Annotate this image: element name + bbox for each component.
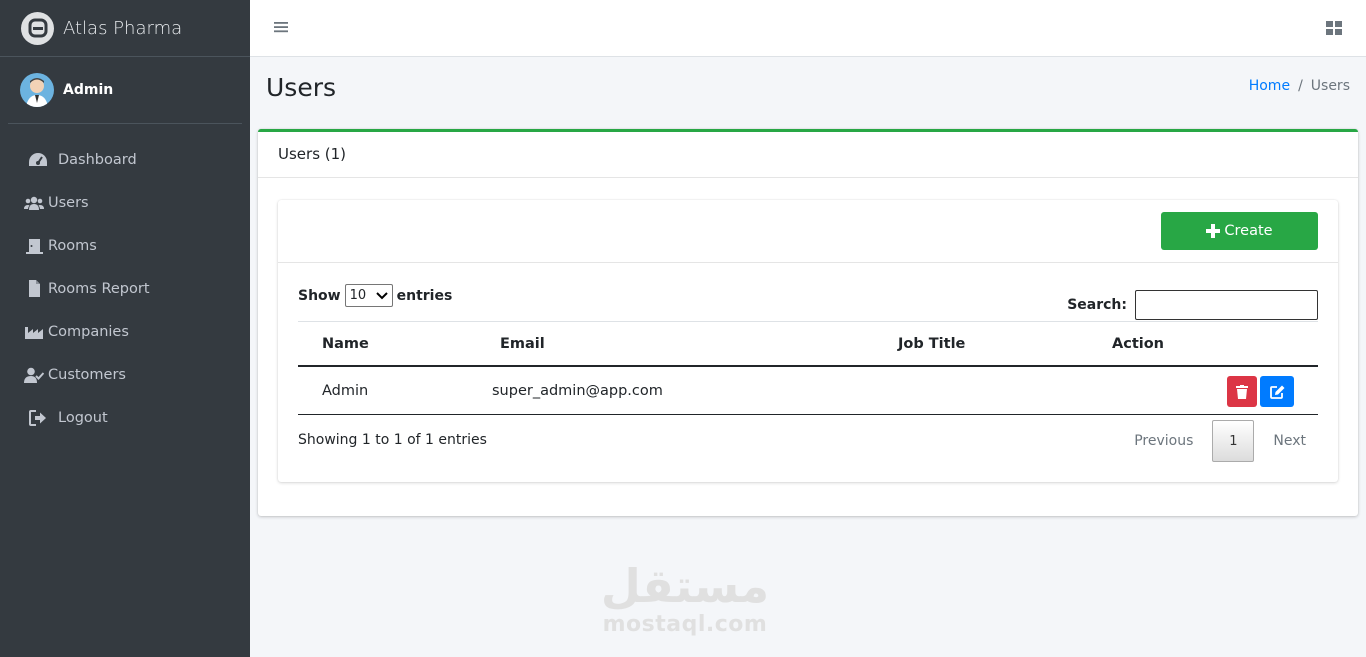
entries-select[interactable]: 10 <box>344 284 393 307</box>
sidebar-item-dashboard[interactable]: Dashboard <box>0 138 250 181</box>
watermark-arabic: مستقل <box>600 559 770 613</box>
watermark: مستقل mostaql.com <box>600 560 770 637</box>
file-icon <box>24 279 44 299</box>
users-table: Name Email Job Title Action Admin super_… <box>298 321 1318 415</box>
sidebar: Atlas Pharma Admin Dashboard Users Rooms <box>0 0 250 657</box>
avatar[interactable] <box>20 73 54 107</box>
column-header-action: Action <box>1112 335 1165 352</box>
entries-value: 10 <box>349 288 367 303</box>
brand-name: Atlas Pharma <box>63 17 183 39</box>
column-header-name[interactable]: Name <box>322 336 369 352</box>
sidebar-item-companies[interactable]: Companies <box>0 310 250 353</box>
sidebar-item-rooms-report[interactable]: Rooms Report <box>0 267 250 310</box>
edit-icon <box>1269 385 1284 399</box>
search-label: Search: <box>1067 297 1127 313</box>
users-card: Users (1) Create Show 10 entries Search: <box>258 129 1358 516</box>
industry-icon <box>24 322 44 342</box>
search-input[interactable] <box>1135 290 1318 320</box>
sidebar-item-label: Rooms <box>48 237 97 254</box>
breadcrumb-home-link[interactable]: Home <box>1249 78 1290 94</box>
table-row: Admin super_admin@app.com <box>298 367 1318 415</box>
entries-length: Show 10 entries <box>298 284 452 307</box>
entries-label: entries <box>396 287 453 304</box>
sign-out-icon <box>28 408 48 428</box>
pagination: Previous 1 Next <box>1134 420 1318 462</box>
sidebar-item-rooms[interactable]: Rooms <box>0 224 250 267</box>
page-title: Users <box>266 73 337 102</box>
next-button[interactable]: Next <box>1273 433 1306 449</box>
create-button[interactable]: Create <box>1161 212 1318 250</box>
sidebar-item-customers[interactable]: Customers <box>0 353 250 396</box>
card-title: Users (1) <box>258 132 1358 178</box>
watermark-latin: mostaql.com <box>602 612 768 637</box>
brand-logo <box>21 11 54 45</box>
sidebar-item-label: Rooms Report <box>48 280 150 297</box>
breadcrumb-separator: / <box>1298 78 1303 94</box>
table-info: Showing 1 to 1 of 1 entries <box>298 432 487 448</box>
user-panel: Admin <box>8 57 242 124</box>
chevron-down-icon <box>375 291 388 299</box>
sidebar-item-logout[interactable]: Logout <box>0 396 250 439</box>
sidebar-item-label: Customers <box>48 366 126 383</box>
users-icon <box>24 193 44 213</box>
sidebar-nav: Dashboard Users Rooms Rooms Report Compa… <box>0 138 250 439</box>
edit-button[interactable] <box>1260 376 1294 407</box>
sidebar-item-label: Companies <box>48 323 129 340</box>
apps-grid-icon[interactable] <box>1325 20 1343 38</box>
brand-link[interactable]: Atlas Pharma <box>0 0 250 57</box>
previous-button[interactable]: Previous <box>1134 433 1193 449</box>
column-header-job-title[interactable]: Job Title <box>898 336 965 352</box>
sidebar-item-label: Users <box>48 194 89 211</box>
sidebar-item-label: Dashboard <box>58 151 137 168</box>
sidebar-item-users[interactable]: Users <box>0 181 250 224</box>
user-check-icon <box>24 365 44 385</box>
column-header-email[interactable]: Email <box>500 336 545 352</box>
sidebar-item-label: Logout <box>58 409 108 426</box>
table-toolbar: Create <box>278 200 1338 263</box>
show-label: Show <box>298 287 341 304</box>
users-table-card: Create Show 10 entries Search: Name Emai… <box>278 200 1338 482</box>
delete-button[interactable] <box>1227 376 1257 407</box>
door-icon <box>24 236 44 256</box>
breadcrumb-current: Users <box>1310 78 1350 94</box>
user-name[interactable]: Admin <box>63 82 113 98</box>
menu-toggle-icon[interactable] <box>273 19 291 37</box>
tachometer-icon <box>28 150 48 170</box>
table-search: Search: <box>1067 284 1318 320</box>
table-header: Name Email Job Title Action <box>298 321 1318 367</box>
cell-email: super_admin@app.com <box>492 382 663 399</box>
top-navbar <box>250 0 1366 57</box>
breadcrumb: Home / Users <box>1249 78 1350 94</box>
cell-name: Admin <box>322 382 369 399</box>
plus-icon <box>1206 224 1221 238</box>
create-button-label: Create <box>1224 223 1273 239</box>
page-button-1[interactable]: 1 <box>1212 420 1255 462</box>
table-controls: Show 10 entries Search: <box>298 284 1318 324</box>
trash-icon <box>1236 384 1248 399</box>
